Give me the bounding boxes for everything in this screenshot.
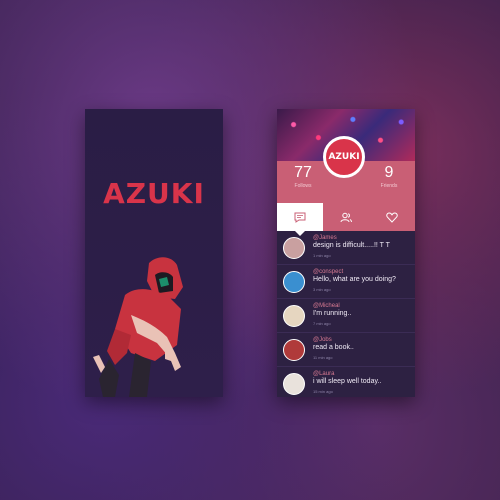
message-username[interactable]: @James [313,235,337,241]
list-item[interactable]: @Jobs read a book.. 11 min ago [277,333,415,367]
chat-icon [294,212,306,223]
tab-friends[interactable] [323,203,369,231]
message-username[interactable]: @conspect [313,269,343,275]
message-text: Hello, what are you doing? [313,276,396,283]
avatar [283,237,305,259]
list-item[interactable]: @Micheal I'm running.. 7 min ago [277,299,415,333]
message-text: i will sleep well today.. [313,378,382,385]
friends-stat[interactable]: 9 Friends [369,163,409,189]
avatar [283,373,305,395]
tab-messages[interactable] [277,203,323,236]
tab-favorites[interactable] [369,203,415,231]
avatar [283,339,305,361]
list-item[interactable]: @conspect Hello, what are you doing? 3 m… [277,265,415,299]
message-time: 11 min ago [313,355,333,360]
users-icon [340,212,352,222]
follows-stat[interactable]: 77 Follows [283,163,323,189]
avatar [283,271,305,293]
character-illustration [93,257,183,397]
follows-count: 77 [294,164,312,181]
message-username[interactable]: @Jobs [313,337,332,343]
follows-label: Follows [294,183,312,189]
message-time: 7 min ago [313,321,331,326]
message-text: design is difficult.....!! T T [313,242,390,249]
message-time: 3 min ago [313,287,331,292]
app-logo: AZUKI [103,177,205,210]
message-time: 15 min ago [313,389,333,394]
profile-avatar[interactable]: AZUKI [323,136,365,178]
heart-icon [386,211,398,223]
avatar [283,305,305,327]
message-text: read a book.. [313,344,354,351]
friends-count: 9 [384,164,394,181]
friends-label: Friends [380,183,398,189]
list-item[interactable]: @Laura i will sleep well today.. 15 min … [277,367,415,397]
message-username[interactable]: @Micheal [313,303,340,309]
message-username[interactable]: @Laura [313,371,334,377]
splash-screen: AZUKI [85,109,223,397]
profile-screen: 77 Follows 9 Friends AZUKI @James design… [277,109,415,397]
message-time: 1 min ago [313,253,331,258]
list-item[interactable]: @James design is difficult.....!! T T 1 … [277,231,415,265]
tab-bar [277,203,415,236]
message-list: @James design is difficult.....!! T T 1 … [277,231,415,397]
message-text: I'm running.. [313,310,352,317]
